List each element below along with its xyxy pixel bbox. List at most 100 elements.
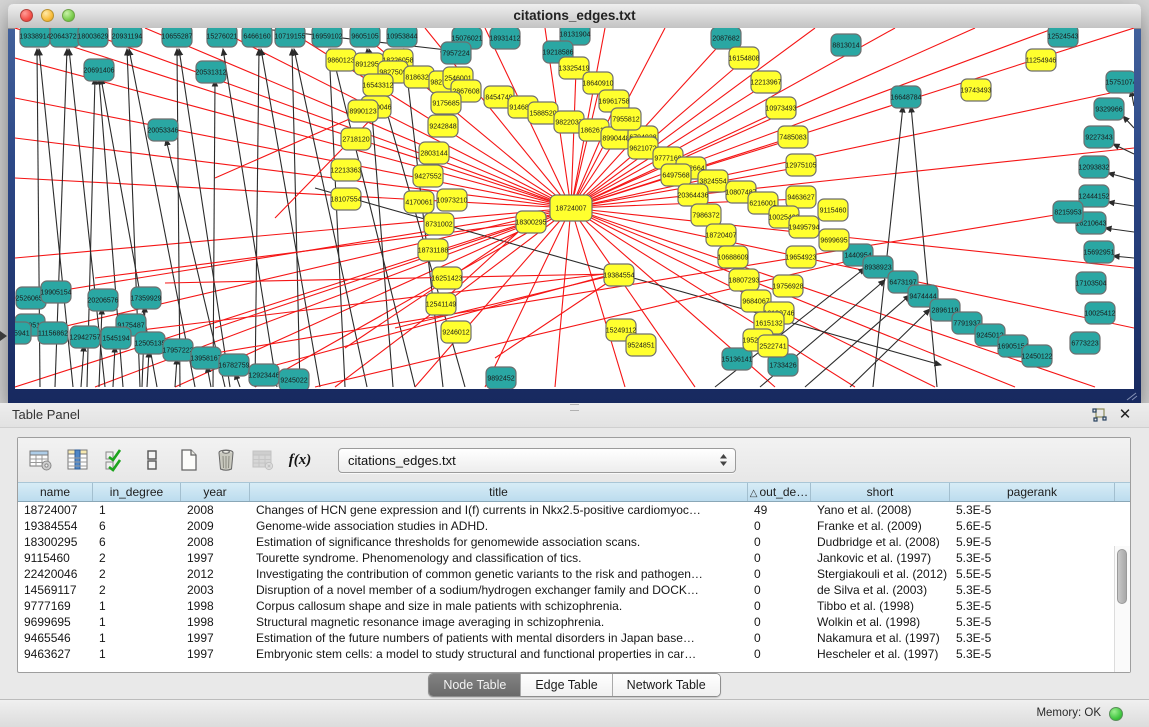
graph-node[interactable]: 16648784	[890, 86, 921, 108]
table-mode-icon[interactable]	[28, 447, 54, 473]
graph-node[interactable]: 12450122	[1021, 345, 1052, 367]
tab-node-table[interactable]: Node Table	[429, 674, 521, 696]
graph-node[interactable]: 17103504	[1075, 272, 1106, 294]
graph-edge[interactable]	[873, 106, 903, 387]
graph-node[interactable]: 3915941	[15, 322, 31, 344]
window-title-bar[interactable]: citations_edges.txt	[8, 4, 1141, 29]
table-cell[interactable]: 0	[748, 534, 811, 550]
graph-edge[interactable]	[555, 208, 571, 387]
show-columns-icon[interactable]	[65, 447, 91, 473]
table-cell[interactable]: Corpus callosum shape and size in male p…	[250, 598, 748, 614]
graph-node[interactable]: 2718120	[341, 128, 371, 150]
column-header-pagerank[interactable]: pagerank	[950, 483, 1115, 501]
graph-node[interactable]: 9463627	[786, 186, 816, 208]
table-cell[interactable]: 9115460	[18, 550, 93, 566]
graph-edge[interactable]	[1123, 116, 1134, 128]
graph-node[interactable]: 9605105	[350, 28, 380, 47]
table-row[interactable]: 911546021997Tourette syndrome. Phenomeno…	[18, 550, 1130, 566]
table-cell[interactable]: Estimation of the future numbers of pati…	[250, 630, 748, 646]
column-header-year[interactable]: year	[181, 483, 250, 501]
graph-node[interactable]: 8215953	[1053, 201, 1083, 223]
graph-node[interactable]: 20531312	[195, 61, 226, 83]
graph-node[interactable]: 8990123	[348, 100, 378, 122]
network-view-canvas[interactable]: 1933891420643721180036292093119410655287…	[15, 28, 1134, 389]
table-cell[interactable]: 5.3E-5	[950, 646, 1115, 662]
graph-node[interactable]: 19495794	[788, 216, 819, 238]
graph-node[interactable]: 9115460	[818, 199, 848, 221]
table-cell[interactable]: 2003	[181, 582, 250, 598]
table-cell[interactable]: 1	[93, 598, 181, 614]
table-cell[interactable]: 2012	[181, 566, 250, 582]
graph-edge[interactable]	[292, 49, 300, 387]
graph-edge[interactable]	[1105, 228, 1134, 232]
graph-node[interactable]: 18300295	[515, 211, 546, 233]
table-cell[interactable]: 1	[93, 646, 181, 662]
table-row[interactable]: 946554611997Estimation of the future num…	[18, 630, 1130, 646]
table-row[interactable]: 969969511998Structural magnetic resonanc…	[18, 614, 1130, 630]
table-cell[interactable]: 1	[93, 614, 181, 630]
graph-node[interactable]: 20931194	[112, 28, 143, 47]
panel-splitter-grip[interactable]	[570, 404, 579, 411]
graph-node[interactable]: 9329966	[1094, 98, 1124, 120]
graph-edge[interactable]	[99, 308, 102, 387]
graph-node[interactable]: 20206576	[87, 289, 118, 311]
table-cell[interactable]: Hescheler et al. (1997)	[811, 646, 950, 662]
table-cell[interactable]: Investigating the contribution of common…	[250, 566, 748, 582]
table-cell[interactable]: 18724007	[18, 502, 93, 518]
graph-node[interactable]: 12541149	[426, 293, 457, 315]
table-cell[interactable]: 0	[748, 550, 811, 566]
graph-edge[interactable]	[329, 49, 345, 387]
table-cell[interactable]: Estimation of significance thresholds fo…	[250, 534, 748, 550]
table-cell[interactable]: Tourette syndrome. Phenomenology and cla…	[250, 550, 748, 566]
graph-node[interactable]: 9242848	[428, 115, 458, 137]
graph-node[interactable]: 4170061	[404, 191, 434, 213]
table-row[interactable]: 977716911998Corpus callosum shape and si…	[18, 598, 1130, 614]
table-cell[interactable]: 0	[748, 582, 811, 598]
graph-edge[interactable]	[571, 28, 1055, 208]
graph-edge[interactable]	[177, 49, 180, 387]
table-cell[interactable]: 6	[93, 534, 181, 550]
graph-node[interactable]: 6466160	[242, 28, 272, 47]
graph-edge[interactable]	[15, 98, 571, 208]
graph-node[interactable]: 7957224	[441, 42, 471, 64]
graph-node[interactable]: 19654923	[785, 246, 816, 268]
table-cell[interactable]: 14569117	[18, 582, 93, 598]
table-cell[interactable]: Changes of HCN gene expression and I(f) …	[250, 502, 748, 518]
graph-edge[interactable]	[1113, 144, 1134, 154]
graph-node[interactable]: 9892452	[486, 367, 516, 389]
table-cell[interactable]: de Silva et al. (2003)	[811, 582, 950, 598]
table-selector-dropdown[interactable]: citations_edges.txt	[338, 448, 736, 473]
table-cell[interactable]: Structural magnetic resonance image aver…	[250, 614, 748, 630]
column-header-short[interactable]: short	[811, 483, 950, 501]
graph-node[interactable]: 10719155	[274, 28, 305, 47]
table-cell[interactable]: 0	[748, 598, 811, 614]
graph-node[interactable]: 12923446	[248, 364, 279, 386]
tab-network-table[interactable]: Network Table	[613, 674, 720, 696]
table-cell[interactable]: 1	[93, 502, 181, 518]
table-cell[interactable]: 2	[93, 550, 181, 566]
graph-node[interactable]: 9860123	[326, 49, 356, 71]
scrollbar-thumb[interactable]	[1117, 549, 1127, 604]
table-cell[interactable]: 5.5E-5	[950, 566, 1115, 582]
delete-column-icon[interactable]	[213, 447, 239, 473]
graph-node[interactable]: 2087682	[711, 28, 741, 49]
table-cell[interactable]: 5.9E-5	[950, 534, 1115, 550]
graph-edge[interactable]	[1108, 173, 1134, 180]
graph-node[interactable]: 9699695	[819, 229, 849, 251]
graph-node[interactable]: 9524851	[626, 334, 656, 356]
table-cell[interactable]: Franke et al. (2009)	[811, 518, 950, 534]
table-row[interactable]: 1938455462009Genome-wide association stu…	[18, 518, 1130, 534]
window-resize-grip[interactable]	[1124, 391, 1138, 401]
graph-node[interactable]: 10025412	[1084, 302, 1115, 324]
graph-node[interactable]: 10973493	[765, 97, 796, 119]
column-header-title[interactable]: title	[250, 483, 748, 501]
graph-node[interactable]: 8813014	[831, 34, 861, 56]
graph-edge[interactable]	[571, 208, 695, 387]
graph-node[interactable]: 9246012	[441, 321, 471, 343]
graph-edge[interactable]	[147, 351, 149, 387]
graph-node[interactable]: 16154808	[728, 47, 759, 69]
graph-node[interactable]: 18731188	[418, 239, 449, 261]
table-cell[interactable]: Dudbridge et al. (2008)	[811, 534, 950, 550]
graph-node[interactable]: 15751074	[1105, 71, 1134, 93]
memory-status-indicator[interactable]	[1109, 707, 1123, 721]
